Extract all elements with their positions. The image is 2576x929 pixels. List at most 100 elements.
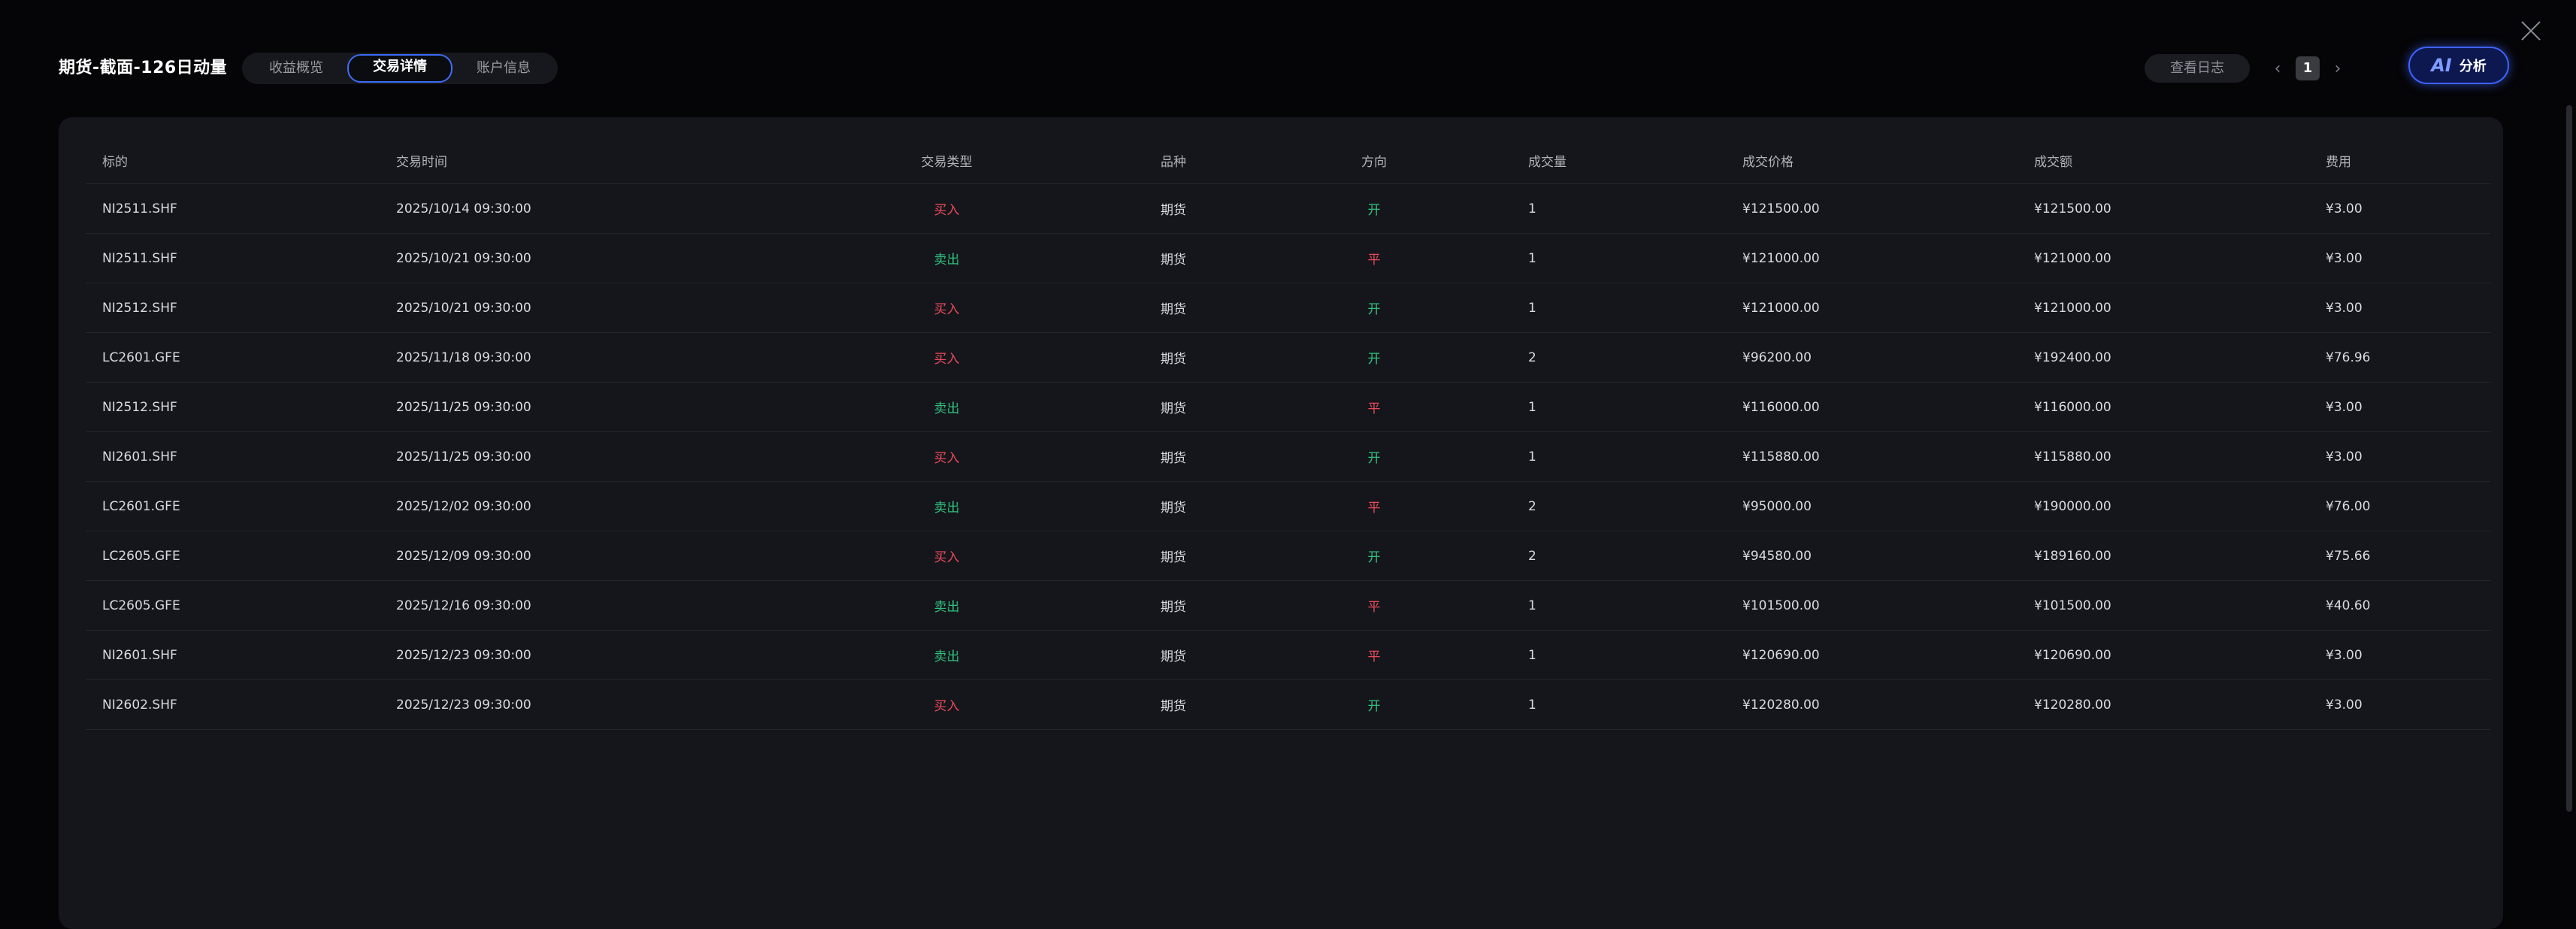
amount-cell: ¥120280.00 <box>2034 697 2111 713</box>
chevron-right-icon[interactable]: › <box>2330 59 2345 78</box>
time-cell: 2025/12/02 09:30:00 <box>396 498 531 514</box>
price-cell: ¥120280.00 <box>1742 697 1820 713</box>
kind-cell: 期货 <box>1161 600 1186 615</box>
fee-cell: ¥76.00 <box>2326 498 2371 514</box>
symbol-cell: NI2512.SHF <box>102 399 177 415</box>
amount-cell: ¥121000.00 <box>2034 300 2111 316</box>
column-header: 品种 <box>1161 154 1186 170</box>
symbol-cell: LC2601.GFE <box>102 498 180 514</box>
tab-trade-details[interactable]: 交易详情 <box>347 54 453 83</box>
fee-cell: ¥3.00 <box>2326 399 2363 415</box>
quantity-cell: 1 <box>1528 201 1536 216</box>
kind-cell: 期货 <box>1161 451 1186 466</box>
direction-cell: 平 <box>1367 401 1381 416</box>
trade-type-cell: 买入 <box>934 302 960 317</box>
time-cell: 2025/10/21 09:30:00 <box>396 300 531 316</box>
price-cell: ¥96200.00 <box>1742 350 1812 365</box>
quantity-cell: 1 <box>1528 449 1536 464</box>
amount-cell: ¥192400.00 <box>2034 350 2111 365</box>
ai-analysis-button[interactable]: AI 分析 <box>2408 47 2509 84</box>
table-row: LC2601.GFE 2025/11/18 09:30:00 买入 期货 开 2 ¥9620… <box>86 333 2491 383</box>
time-cell: 2025/11/18 09:30:00 <box>396 350 531 365</box>
column-header: 成交量 <box>1528 154 1566 170</box>
column-header: 费用 <box>2326 154 2351 170</box>
amount-cell: ¥121000.00 <box>2034 250 2111 266</box>
amount-cell: ¥116000.00 <box>2034 399 2111 415</box>
table-row: NI2512.SHF 2025/11/25 09:30:00 卖出 期货 平 1 ¥1160… <box>86 383 2491 432</box>
ai-analysis-label: 分析 <box>2459 59 2487 74</box>
table-row: NI2511.SHF 2025/10/21 09:30:00 卖出 期货 平 1 ¥1210… <box>86 234 2491 283</box>
time-cell: 2025/11/25 09:30:00 <box>396 399 531 415</box>
direction-cell: 平 <box>1367 253 1381 268</box>
tab-account-info[interactable]: 账户信息 <box>453 56 555 81</box>
direction-cell: 开 <box>1367 451 1381 466</box>
symbol-cell: LC2601.GFE <box>102 350 180 365</box>
time-cell: 2025/10/14 09:30:00 <box>396 201 531 216</box>
table-row: NI2511.SHF 2025/10/14 09:30:00 买入 期货 开 1 ¥1215… <box>86 184 2491 234</box>
view-log-button[interactable]: 查看日志 <box>2145 54 2250 83</box>
table-row: NI2602.SHF 2025/12/23 09:30:00 买入 期货 开 1 ¥1202… <box>86 680 2491 730</box>
symbol-cell: NI2601.SHF <box>102 449 177 464</box>
fee-cell: ¥3.00 <box>2326 449 2363 464</box>
quantity-cell: 2 <box>1528 498 1536 514</box>
amount-cell: ¥189160.00 <box>2034 548 2111 564</box>
column-header: 交易时间 <box>396 154 447 170</box>
trade-type-cell: 卖出 <box>934 501 960 516</box>
close-icon[interactable] <box>2520 20 2542 42</box>
column-header: 交易类型 <box>921 154 973 170</box>
fee-cell: ¥3.00 <box>2326 647 2363 663</box>
quantity-cell: 1 <box>1528 647 1536 663</box>
price-cell: ¥121500.00 <box>1742 201 1820 216</box>
direction-cell: 开 <box>1367 352 1381 367</box>
amount-cell: ¥120690.00 <box>2034 647 2111 663</box>
tab-bar: 收益概览 交易详情 账户信息 <box>242 53 558 84</box>
price-cell: ¥95000.00 <box>1742 498 1812 514</box>
time-cell: 2025/10/21 09:30:00 <box>396 250 531 266</box>
price-cell: ¥115880.00 <box>1742 449 1820 464</box>
tab-overview[interactable]: 收益概览 <box>245 56 347 81</box>
column-header: 成交价格 <box>1742 154 1794 170</box>
time-cell: 2025/12/23 09:30:00 <box>396 647 531 663</box>
kind-cell: 期货 <box>1161 302 1186 317</box>
table-row: LC2605.GFE 2025/12/16 09:30:00 卖出 期货 平 1 ¥1015… <box>86 581 2491 631</box>
fee-cell: ¥76.96 <box>2326 350 2371 365</box>
price-cell: ¥101500.00 <box>1742 598 1820 613</box>
chevron-left-icon[interactable]: ‹ <box>2270 59 2285 78</box>
ai-icon: AI <box>2431 55 2452 76</box>
quantity-cell: 1 <box>1528 697 1536 713</box>
symbol-cell: LC2605.GFE <box>102 598 180 613</box>
trade-type-cell: 买入 <box>934 550 960 565</box>
column-header: 成交额 <box>2034 154 2072 170</box>
amount-cell: ¥121500.00 <box>2034 201 2111 216</box>
fee-cell: ¥3.00 <box>2326 201 2363 216</box>
kind-cell: 期货 <box>1161 699 1186 714</box>
table-header: 标的 交易时间 交易类型 品种 方向 成交量 成交价格 成交额 费用 <box>86 137 2491 184</box>
amount-cell: ¥115880.00 <box>2034 449 2111 464</box>
fee-cell: ¥75.66 <box>2326 548 2371 564</box>
table-row: LC2601.GFE 2025/12/02 09:30:00 卖出 期货 平 2 ¥9500… <box>86 482 2491 531</box>
price-cell: ¥116000.00 <box>1742 399 1820 415</box>
price-cell: ¥120690.00 <box>1742 647 1820 663</box>
price-cell: ¥121000.00 <box>1742 250 1820 266</box>
direction-cell: 平 <box>1367 501 1381 516</box>
trade-type-cell: 买入 <box>934 699 960 714</box>
scrollbar[interactable] <box>2566 105 2572 812</box>
trade-type-cell: 买入 <box>934 352 960 367</box>
trade-details-panel: 标的 交易时间 交易类型 品种 方向 成交量 成交价格 成交额 费用 NI251… <box>59 117 2503 929</box>
table-row: NI2601.SHF 2025/11/25 09:30:00 买入 期货 开 1 ¥1158… <box>86 432 2491 482</box>
direction-cell: 开 <box>1367 699 1381 714</box>
symbol-cell: NI2511.SHF <box>102 250 177 266</box>
trade-type-cell: 卖出 <box>934 253 960 268</box>
kind-cell: 期货 <box>1161 550 1186 565</box>
pagination: ‹ 1 › <box>2270 54 2345 83</box>
fee-cell: ¥3.00 <box>2326 250 2363 266</box>
column-header: 方向 <box>1361 154 1387 170</box>
trade-type-cell: 卖出 <box>934 600 960 615</box>
current-page[interactable]: 1 <box>2296 56 2320 80</box>
quantity-cell: 1 <box>1528 399 1536 415</box>
direction-cell: 平 <box>1367 600 1381 615</box>
direction-cell: 开 <box>1367 550 1381 565</box>
time-cell: 2025/12/16 09:30:00 <box>396 598 531 613</box>
direction-cell: 开 <box>1367 203 1381 218</box>
table-row: LC2605.GFE 2025/12/09 09:30:00 买入 期货 开 2 ¥9458… <box>86 531 2491 581</box>
